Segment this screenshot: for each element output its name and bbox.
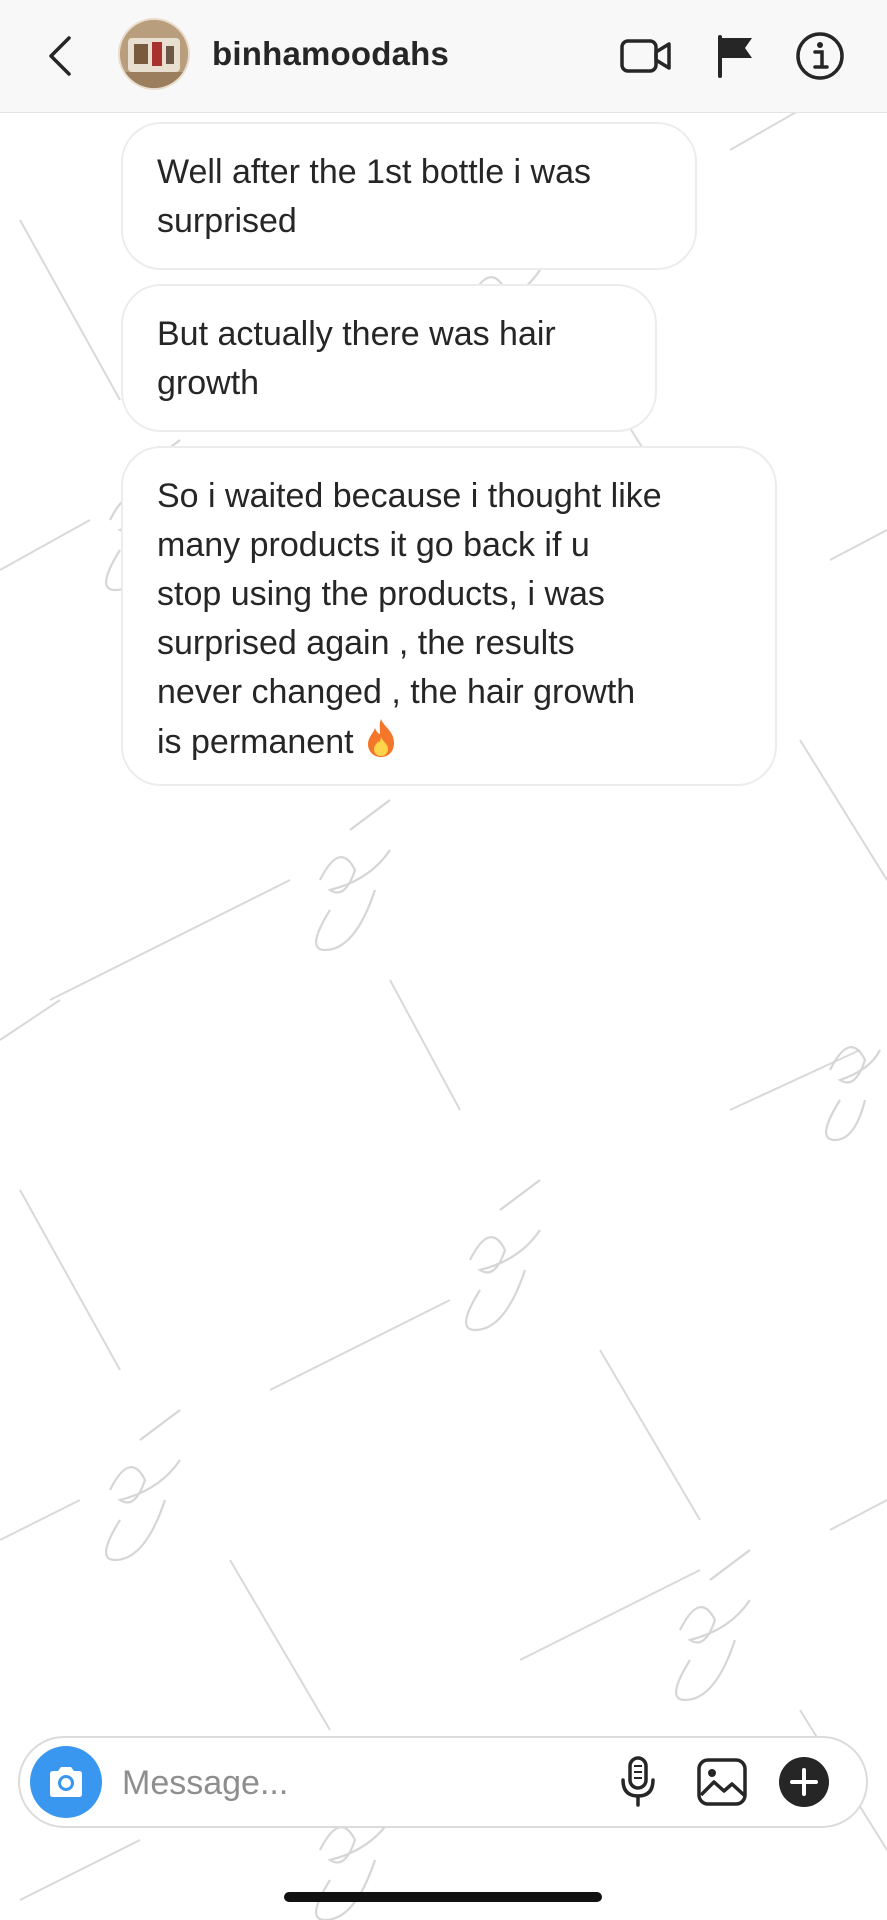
gallery-button[interactable]: [692, 1752, 752, 1812]
back-chevron-icon: [49, 36, 71, 76]
message-line: surprised again , the results: [157, 624, 575, 662]
message-line: never changed , the hair growth: [157, 673, 636, 711]
message-line: So i waited because i thought like: [157, 477, 662, 515]
dm-thread-screen: binhamoodahs Well after the 1st bottle i…: [0, 0, 887, 1920]
info-icon: [796, 32, 844, 80]
message-line: Well after the 1st bottle i was: [157, 153, 592, 191]
message-line: many products it go back if u: [157, 526, 590, 564]
message-line: stop using the products, i was: [157, 575, 605, 613]
camera-icon: [50, 1767, 82, 1797]
plus-icon: [779, 1757, 829, 1807]
video-call-button[interactable]: [618, 30, 674, 82]
gallery-icon: [697, 1758, 747, 1806]
message-line: But actually there was hair: [157, 315, 556, 353]
home-indicator[interactable]: [284, 1892, 602, 1902]
flag-icon: [718, 35, 752, 78]
message-bubble[interactable]: But actually there was hair growth: [121, 284, 657, 432]
microphone-icon: [621, 1756, 655, 1807]
more-actions-button[interactable]: [774, 1752, 834, 1812]
video-camera-icon: [620, 39, 671, 73]
message-line: is permanent: [157, 723, 354, 761]
camera-button[interactable]: [30, 1746, 102, 1818]
chat-username[interactable]: binhamoodahs: [212, 35, 449, 73]
back-button[interactable]: [40, 28, 80, 84]
message-line-last: is permanent: [157, 717, 741, 767]
voice-message-button[interactable]: [608, 1752, 668, 1812]
avatar-image: [120, 20, 188, 88]
report-button[interactable]: [708, 30, 764, 82]
avatar[interactable]: [120, 20, 188, 88]
message-line: surprised: [157, 202, 297, 240]
message-bubble[interactable]: So i waited because i thought like many …: [121, 446, 777, 786]
chat-header: binhamoodahs: [0, 0, 887, 113]
message-composer: [18, 1736, 868, 1828]
fire-emoji-icon: [367, 719, 394, 757]
message-line: growth: [157, 364, 260, 402]
message-bubble[interactable]: Well after the 1st bottle i was surprise…: [121, 122, 697, 270]
info-button[interactable]: [792, 30, 848, 82]
message-input[interactable]: [120, 1756, 524, 1810]
